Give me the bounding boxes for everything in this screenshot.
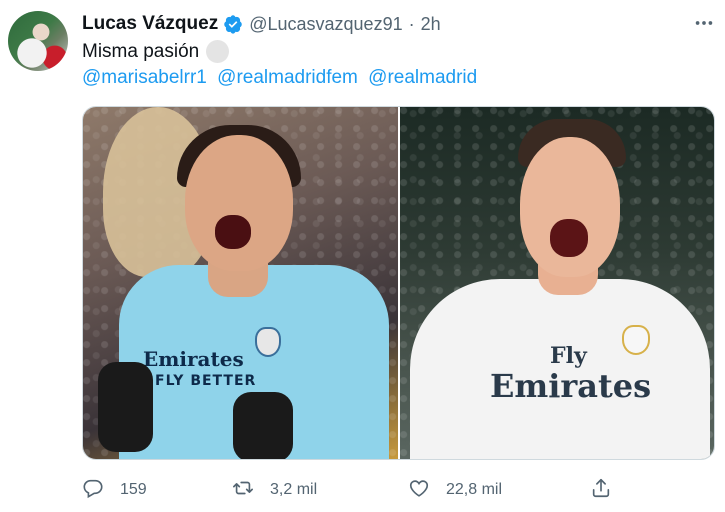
- tweet-text: Misma pasión: [82, 40, 230, 63]
- verified-badge-icon: [223, 14, 243, 34]
- player-face: [185, 135, 293, 271]
- club-crest-icon: [255, 327, 281, 357]
- like-button[interactable]: 22,8 mil: [408, 472, 502, 508]
- more-horizontal-icon[interactable]: [693, 12, 715, 34]
- retweet-count: 3,2 mil: [270, 481, 318, 498]
- emoji-icon: [206, 40, 230, 63]
- jersey-sponsor-text: Emirates: [143, 347, 244, 371]
- tweet-header: Lucas Vázquez @Lucasvazquez91 · 2h: [82, 11, 441, 37]
- retweet-icon: [232, 477, 254, 504]
- reply-icon: [82, 477, 104, 504]
- mentions-line: @marisabelrr1 @realmadridfem @realmadrid: [82, 67, 482, 89]
- retweet-button[interactable]: 3,2 mil: [232, 472, 317, 508]
- share-button[interactable]: [590, 472, 612, 508]
- mention-link[interactable]: @realmadrid: [368, 67, 477, 88]
- tweet-media[interactable]: Emirates FLY BETTER Fly Emirates: [82, 106, 715, 460]
- media-photo-left[interactable]: Emirates FLY BETTER: [83, 107, 398, 459]
- tweet-text-content: Misma pasión: [82, 40, 200, 62]
- reply-button[interactable]: 159: [82, 472, 147, 508]
- separator-dot: ·: [408, 13, 415, 34]
- author-avatar[interactable]: [8, 11, 68, 71]
- author-name[interactable]: Lucas Vázquez: [82, 13, 218, 35]
- heart-icon: [408, 477, 430, 504]
- jersey-sponsor-text: Emirates: [490, 367, 652, 405]
- goalkeeper-glove: [233, 392, 293, 459]
- player-mouth: [550, 219, 588, 257]
- jersey-sponsor-text: Fly: [550, 343, 587, 369]
- club-crest-icon: [622, 325, 650, 355]
- mention-link[interactable]: @realmadridfem: [217, 67, 358, 88]
- like-count: 22,8 mil: [446, 481, 503, 498]
- tweet-time[interactable]: 2h: [421, 14, 441, 35]
- goalkeeper-glove: [98, 362, 153, 452]
- jersey-sponsor-tagline: FLY BETTER: [155, 373, 257, 389]
- tweet-actions: 159 3,2 mil 22,8 mil: [82, 472, 715, 508]
- mention-link[interactable]: @marisabelrr1: [82, 67, 207, 88]
- author-handle[interactable]: @Lucasvazquez91: [249, 14, 402, 35]
- media-photo-right[interactable]: Fly Emirates: [398, 107, 714, 459]
- player-mouth: [215, 215, 251, 249]
- share-icon: [590, 477, 612, 504]
- reply-count: 159: [120, 481, 147, 498]
